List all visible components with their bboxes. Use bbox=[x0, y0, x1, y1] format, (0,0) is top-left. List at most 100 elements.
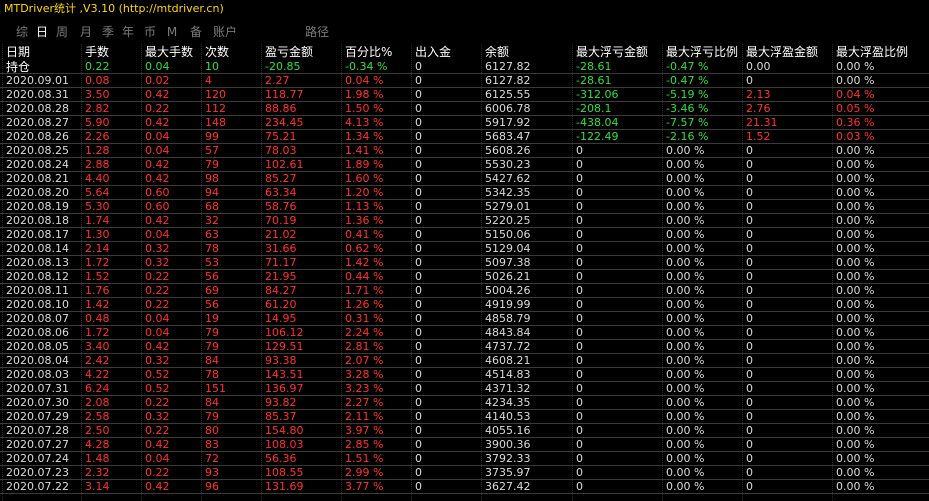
table-row[interactable]: 2020.08.24 2.88 0.42 79 102.61 1.89 % 0 5530.23… bbox=[0, 158, 929, 172]
position-row[interactable]: 持仓 0.22 0.04 10 -20.85 -0.34 % 0 6127.82 -28.61 -… bbox=[0, 60, 929, 74]
table-row[interactable]: 2020.08.06 1.72 0.04 79 106.12 2.24 % 0 4843.84… bbox=[0, 326, 929, 340]
column-header[interactable]: 次数 bbox=[205, 44, 229, 60]
cell-max_dd: 0 bbox=[576, 242, 583, 255]
cell-max_fp_pct: 0.00 % bbox=[836, 200, 875, 213]
cell-pnl: 93.38 bbox=[265, 354, 297, 367]
table-row[interactable]: 2020.07.29 2.58 0.32 79 85.37 2.11 % 0 4140.53 0… bbox=[0, 410, 929, 424]
table-row[interactable]: 2020.09.01 0.08 0.02 4 2.27 0.04 % 0 6127.82 -28… bbox=[0, 74, 929, 88]
tab-0[interactable]: 综 bbox=[14, 22, 30, 42]
table-row[interactable]: 2020.07.28 2.50 0.22 80 154.80 3.97 % 0 4055.16… bbox=[0, 424, 929, 438]
cell-max_lots: 0.60 bbox=[145, 200, 170, 213]
tab-6[interactable]: 币 bbox=[142, 22, 158, 42]
cell-io: 0 bbox=[415, 200, 422, 213]
cell-pct: 3.23 % bbox=[345, 382, 384, 395]
tab-bar: 综日周月季年币 M 备账户 路径 bbox=[0, 22, 929, 42]
cell-max_dd: -28.61 bbox=[576, 60, 612, 73]
table-row[interactable]: 2020.07.27 4.28 0.42 83 108.03 2.85 % 0 3900.36… bbox=[0, 438, 929, 452]
cell-pnl: 118.77 bbox=[265, 88, 304, 101]
cell-max_dd: 0 bbox=[576, 298, 583, 311]
table-row[interactable]: 2020.08.20 5.64 0.60 94 63.34 1.20 % 0 5342.35 0… bbox=[0, 186, 929, 200]
cell-date: 2020.08.14 bbox=[6, 242, 69, 255]
path-tab[interactable]: 路径 bbox=[302, 22, 332, 42]
table-row[interactable]: 2020.08.03 4.22 0.52 78 143.51 3.28 % 0 4514.83… bbox=[0, 368, 929, 382]
cell-date: 2020.08.25 bbox=[6, 144, 69, 157]
table-row[interactable]: 2020.07.31 6.24 0.52 151 136.97 3.23 % 0 4371.3… bbox=[0, 382, 929, 396]
cell-lots: 5.90 bbox=[85, 116, 110, 129]
table-row[interactable]: 2020.07.24 1.48 0.04 72 56.36 1.51 % 0 3792.33 0… bbox=[0, 452, 929, 466]
cell-date: 2020.08.04 bbox=[6, 354, 69, 367]
cell-balance: 3627.42 bbox=[485, 480, 531, 493]
column-header[interactable]: 最大浮亏比例 bbox=[666, 44, 738, 60]
table-row[interactable]: 2020.08.13 1.72 0.32 53 71.17 1.42 % 0 5097.38 0… bbox=[0, 256, 929, 270]
cell-balance: 5683.47 bbox=[485, 130, 531, 143]
cell-max_dd_pct: 0.00 % bbox=[666, 242, 705, 255]
tab-1[interactable]: 日 bbox=[34, 22, 50, 42]
table-row[interactable]: 2020.08.12 1.52 0.22 56 21.95 0.44 % 0 5026.21 0… bbox=[0, 270, 929, 284]
cell-pnl: 14.95 bbox=[265, 312, 297, 325]
cell-pnl: 71.17 bbox=[265, 256, 297, 269]
table-row[interactable]: 2020.08.11 1.76 0.22 69 84.27 1.71 % 0 5004.26 0… bbox=[0, 284, 929, 298]
cell-count: 78 bbox=[205, 242, 219, 255]
table-row[interactable]: 2020.08.27 5.90 0.42 148 234.45 4.13 % 0 5917.9… bbox=[0, 116, 929, 130]
cell-pct: 1.13 % bbox=[345, 200, 384, 213]
tab-7[interactable]: M bbox=[165, 22, 179, 42]
table-row[interactable]: 2020.08.21 4.40 0.42 98 85.27 1.60 % 0 5427.62 0… bbox=[0, 172, 929, 186]
cell-max_fp: 0 bbox=[746, 466, 753, 479]
table-row[interactable]: 2020.08.10 1.42 0.22 56 61.20 1.26 % 0 4919.99 0… bbox=[0, 298, 929, 312]
column-header[interactable]: 最大浮盈比例 bbox=[836, 44, 908, 60]
table-row[interactable]: 2020.08.28 2.82 0.22 112 88.86 1.50 % 0 6006.78… bbox=[0, 102, 929, 116]
cell-lots: 2.42 bbox=[85, 354, 110, 367]
table-row[interactable]: 2020.08.26 2.26 0.04 99 75.21 1.34 % 0 5683.47 -… bbox=[0, 130, 929, 144]
column-header[interactable]: 盈亏金额 bbox=[265, 44, 313, 60]
column-header[interactable]: 最大浮亏金额 bbox=[576, 44, 648, 60]
table-row[interactable]: 2020.08.14 2.14 0.32 78 31.66 0.62 % 0 5129.04 0… bbox=[0, 242, 929, 256]
table-row[interactable]: 2020.08.17 1.30 0.04 63 21.02 0.41 % 0 5150.06 0… bbox=[0, 228, 929, 242]
cell-pnl: 84.27 bbox=[265, 284, 297, 297]
tab-2[interactable]: 周 bbox=[54, 22, 70, 42]
cell-pnl: 75.21 bbox=[265, 130, 297, 143]
cell-max_lots: 0.42 bbox=[145, 88, 170, 101]
cell-balance: 5608.26 bbox=[485, 144, 531, 157]
column-header[interactable]: 百分比% bbox=[345, 44, 392, 60]
cell-pct: 0.62 % bbox=[345, 242, 384, 255]
table-row[interactable]: 2020.07.30 2.08 0.22 84 93.82 2.27 % 0 4234.35 0… bbox=[0, 396, 929, 410]
tab-5[interactable]: 年 bbox=[120, 22, 136, 42]
cell-io: 0 bbox=[415, 410, 422, 423]
column-header[interactable]: 出入金 bbox=[415, 44, 451, 60]
tab-8[interactable]: 备 bbox=[188, 22, 204, 42]
cell-max_fp_pct: 0.00 % bbox=[836, 242, 875, 255]
cell-max_fp: 0 bbox=[746, 382, 753, 395]
table-row[interactable]: 2020.08.18 1.74 0.42 32 70.19 1.36 % 0 5220.25 0… bbox=[0, 214, 929, 228]
table-row[interactable]: 2020.07.23 2.32 0.22 93 108.55 2.99 % 0 3735.97… bbox=[0, 466, 929, 480]
table-row[interactable]: 2020.08.07 0.48 0.04 19 14.95 0.31 % 0 4858.79 0… bbox=[0, 312, 929, 326]
column-header[interactable]: 手数 bbox=[85, 44, 109, 60]
cell-date: 2020.08.24 bbox=[6, 158, 69, 171]
column-header[interactable]: 日期 bbox=[6, 44, 30, 60]
cell-max_fp: 0 bbox=[746, 144, 753, 157]
cell-max_fp_pct: 0.00 % bbox=[836, 172, 875, 185]
table-row[interactable]: 2020.08.04 2.42 0.32 84 93.38 2.07 % 0 4608.21 0… bbox=[0, 354, 929, 368]
cell-lots: 1.30 bbox=[85, 228, 110, 241]
cell-lots: 2.50 bbox=[85, 424, 110, 437]
table-row[interactable]: 2020.08.19 5.30 0.60 68 58.76 1.13 % 0 5279.01 0… bbox=[0, 200, 929, 214]
cell-max_lots: 0.42 bbox=[145, 214, 170, 227]
column-header[interactable]: 最大手数 bbox=[145, 44, 193, 60]
cell-date: 2020.07.30 bbox=[6, 396, 69, 409]
table-row[interactable]: 2020.08.05 3.40 0.42 79 129.51 2.81 % 0 4737.72… bbox=[0, 340, 929, 354]
cell-max_fp_pct: 0.00 % bbox=[836, 368, 875, 381]
column-header[interactable]: 最大浮盈金额 bbox=[746, 44, 818, 60]
cell-date: 2020.08.03 bbox=[6, 368, 69, 381]
cell-pnl: 108.03 bbox=[265, 438, 304, 451]
tab-9[interactable]: 账户 bbox=[210, 22, 240, 42]
column-header[interactable]: 余额 bbox=[485, 44, 509, 60]
cell-pnl: 93.82 bbox=[265, 396, 297, 409]
table-row[interactable]: 2020.07.22 3.14 0.42 96 131.69 3.77 % 0 3627.42… bbox=[0, 480, 929, 494]
cell-pnl: 78.03 bbox=[265, 144, 297, 157]
cell-io: 0 bbox=[415, 228, 422, 241]
tab-4[interactable]: 季 bbox=[100, 22, 116, 42]
cell-balance: 5004.26 bbox=[485, 284, 531, 297]
cell-max_fp: 0 bbox=[746, 396, 753, 409]
table-row[interactable]: 2020.08.31 3.50 0.42 120 118.77 1.98 % 0 6125.5… bbox=[0, 88, 929, 102]
tab-3[interactable]: 月 bbox=[78, 22, 94, 42]
table-row[interactable]: 2020.08.25 1.28 0.04 57 78.03 1.41 % 0 5608.26 0… bbox=[0, 144, 929, 158]
